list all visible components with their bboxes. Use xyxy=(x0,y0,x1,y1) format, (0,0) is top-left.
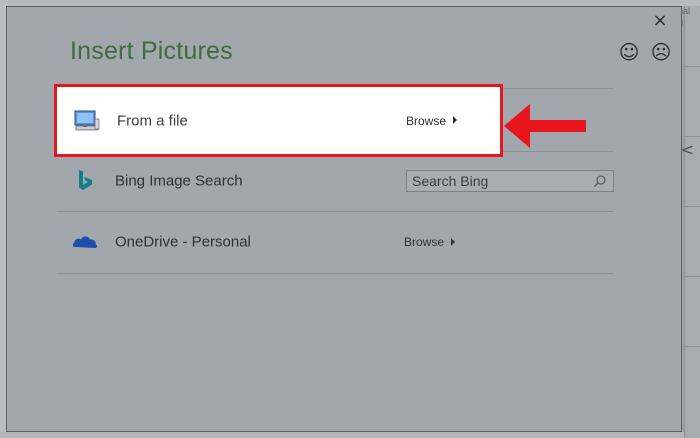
from-a-file-browse-link[interactable]: Browse xyxy=(406,113,458,128)
search-bing-input[interactable] xyxy=(407,171,592,191)
caret-right-icon xyxy=(453,116,458,125)
insert-pictures-dialog: × Insert Pictures ☺ ☹ From a file Browse… xyxy=(6,6,682,432)
onedrive-icon xyxy=(71,228,99,256)
caret-right-icon xyxy=(451,237,456,246)
search-bing-box xyxy=(406,170,614,192)
frown-feedback-icon[interactable]: ☹ xyxy=(650,41,672,63)
divider xyxy=(57,273,613,274)
bing-image-search-label: Bing Image Search xyxy=(115,172,243,190)
divider xyxy=(57,211,613,212)
onedrive-personal-label: OneDrive - Personal xyxy=(115,233,251,251)
from-a-file-label: From a file xyxy=(117,112,188,129)
bing-image-search-row: Bing Image Search xyxy=(57,152,614,210)
background-bottom-edge xyxy=(0,432,700,438)
red-pointer-arrow-icon xyxy=(504,104,586,148)
bing-icon xyxy=(71,167,99,195)
onedrive-personal-row[interactable]: OneDrive - Personal Browse xyxy=(57,213,613,271)
search-icon[interactable] xyxy=(593,174,607,188)
onedrive-browse-link[interactable]: Browse xyxy=(404,235,456,249)
browse-label: Browse xyxy=(404,235,445,249)
dialog-title: Insert Pictures xyxy=(70,37,233,65)
from-a-file-row[interactable]: From a file Browse xyxy=(54,84,503,157)
browse-label: Browse xyxy=(406,113,447,128)
smile-feedback-icon[interactable]: ☺ xyxy=(618,41,640,63)
computer-icon xyxy=(73,107,101,135)
background-chevron-icon: < xyxy=(680,140,694,159)
background-right-column xyxy=(684,6,700,438)
close-button[interactable]: × xyxy=(651,12,669,30)
